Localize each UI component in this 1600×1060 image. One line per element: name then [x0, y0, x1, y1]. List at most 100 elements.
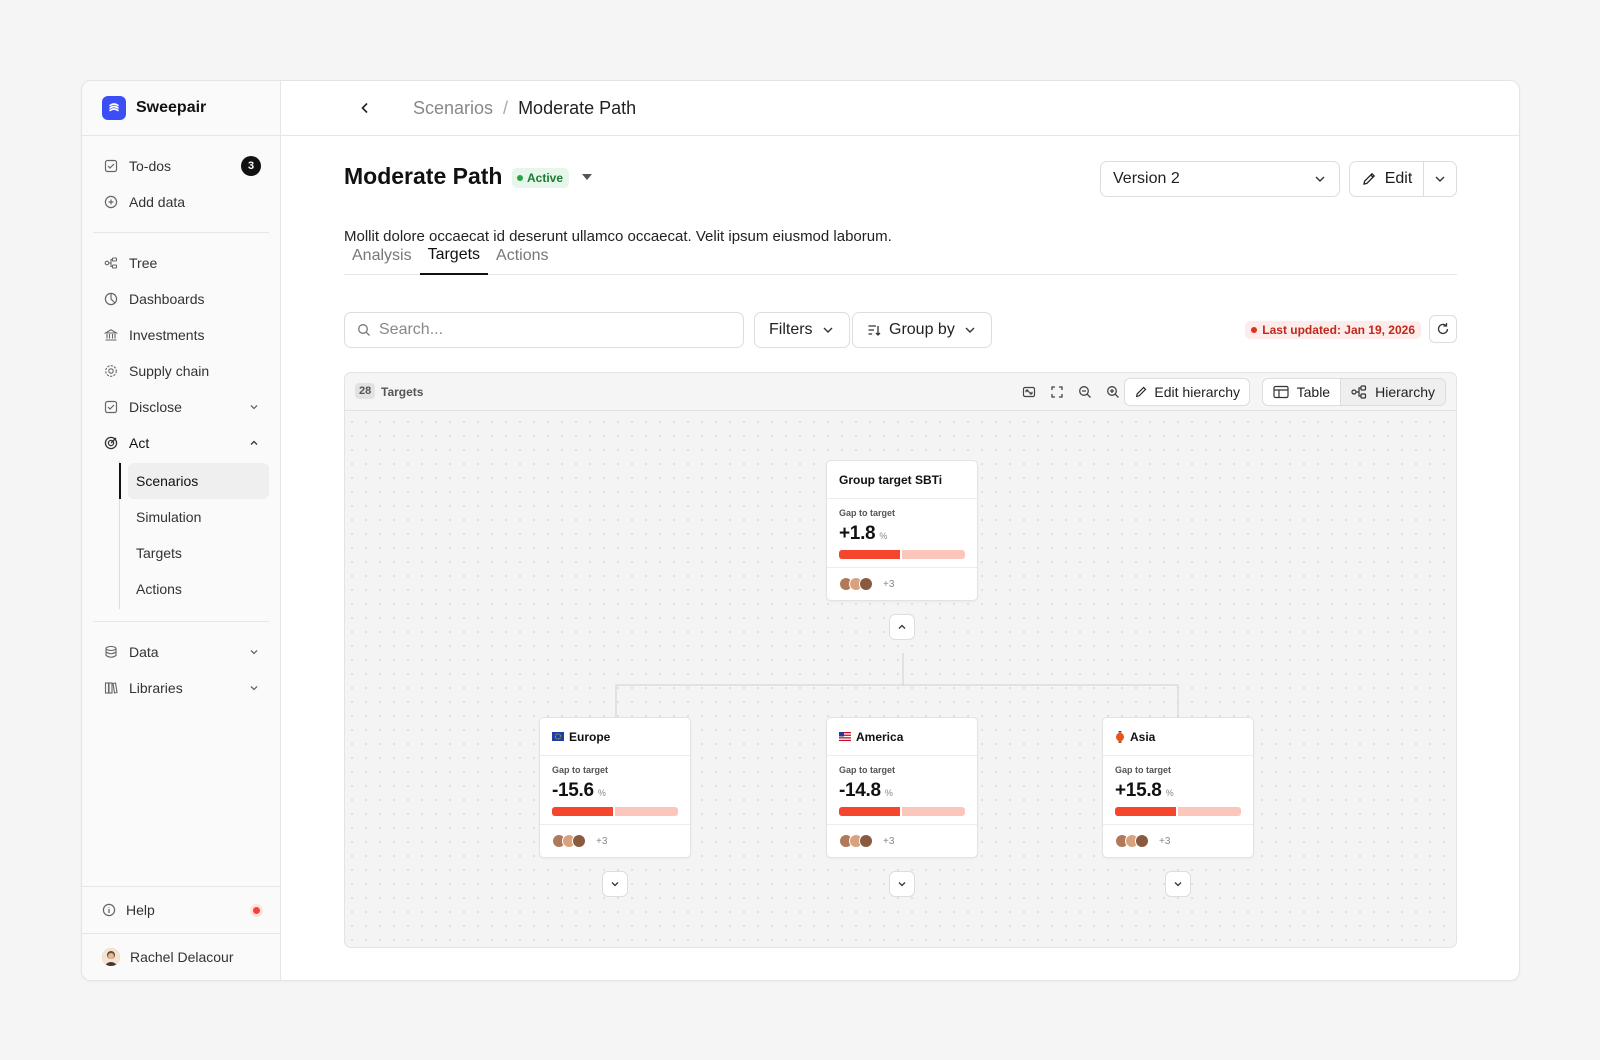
expand-button[interactable]	[1165, 871, 1191, 897]
gap-unit: %	[884, 788, 893, 798]
node-body: Gap to target +1.8 %	[827, 499, 977, 568]
edit-button[interactable]: Edit	[1350, 162, 1424, 196]
caret-down-icon[interactable]	[580, 171, 594, 183]
avatar	[102, 948, 120, 966]
user-profile[interactable]: Rachel Delacour	[82, 933, 280, 980]
chevron-down-icon	[1433, 172, 1447, 186]
target-node-asia[interactable]: Asia Gap to target +15.8 % +3	[1102, 717, 1254, 858]
page-content: Moderate Path Active Version 2 Edit Moll…	[344, 136, 1457, 948]
database-icon	[103, 644, 119, 660]
more-owners-count: +3	[1159, 835, 1171, 847]
sidebar-item-label: Investments	[129, 327, 205, 343]
chevron-down-icon	[1313, 172, 1327, 186]
sidebar-item-label: Dashboards	[129, 291, 205, 307]
sidebar-item-data[interactable]: Data	[101, 634, 269, 670]
expand-button[interactable]	[602, 871, 628, 897]
gap-label: Gap to target	[839, 508, 896, 518]
hierarchy-icon	[1351, 385, 1367, 399]
sidebar-item-act[interactable]: Act	[101, 425, 269, 461]
gap-number: +15.8	[1115, 780, 1162, 801]
table-view-button[interactable]: Table	[1263, 379, 1340, 405]
breadcrumb-parent[interactable]: Scenarios	[413, 98, 493, 118]
progress-bar	[839, 807, 965, 816]
chevron-down-icon[interactable]	[247, 400, 261, 414]
eu-flag-icon	[552, 732, 564, 741]
sidebar-item-libraries[interactable]: Libraries	[101, 670, 269, 706]
node-owners: +3	[827, 825, 977, 857]
progress-fill	[839, 550, 902, 559]
nav-group-bottom: Data Libraries	[93, 622, 269, 718]
target-node-america[interactable]: America Gap to target -14.8 % +3	[826, 717, 978, 858]
edit-hierarchy-button[interactable]: Edit hierarchy	[1124, 378, 1250, 406]
plus-circle-icon	[103, 194, 119, 210]
act-subnav: Scenarios Simulation Targets Actions	[119, 461, 269, 609]
node-header: America	[827, 718, 977, 756]
chevron-up-icon[interactable]	[247, 436, 261, 450]
avatar-group	[552, 834, 586, 848]
tab-targets[interactable]: Targets	[419, 236, 489, 275]
last-updated-text: Last updated: Jan 19, 2026	[1262, 323, 1415, 337]
chevron-down-icon[interactable]	[247, 645, 261, 659]
group-by-button[interactable]: Group by	[852, 312, 992, 348]
gap-unit: %	[879, 531, 888, 541]
avatar-group	[839, 834, 873, 848]
node-body: Gap to target +15.8 %	[1103, 756, 1253, 825]
library-icon	[103, 680, 119, 696]
expand-button[interactable]	[889, 871, 915, 897]
sidebar-item-tree[interactable]: Tree	[101, 245, 269, 281]
gear-icon	[103, 363, 119, 379]
help-button[interactable]: Help	[82, 886, 280, 933]
panel-header: 28 Targets Edit hierarchy Table Hierarch…	[345, 373, 1456, 411]
sidebar-item-todos[interactable]: To-dos 3	[101, 148, 269, 184]
fullscreen-icon[interactable]	[1048, 383, 1066, 401]
gap-label: Gap to target	[839, 765, 896, 775]
fit-view-icon[interactable]	[1020, 383, 1038, 401]
chevron-down-icon	[963, 323, 977, 337]
toolbar: Filters Group by Last update	[344, 312, 1457, 348]
refresh-button[interactable]	[1429, 315, 1457, 343]
search-input[interactable]	[379, 321, 719, 339]
chevron-down-icon[interactable]	[247, 681, 261, 695]
checkbox-icon	[103, 399, 119, 415]
gap-value: -14.8 %	[839, 780, 965, 802]
nav-group-top: To-dos 3 Add data	[93, 136, 269, 233]
back-arrow-icon[interactable]	[355, 98, 375, 118]
progress-bar	[552, 807, 678, 816]
version-value: Version 2	[1113, 170, 1180, 187]
sidebar-item-label: Supply chain	[129, 363, 210, 379]
sidebar-item-dashboards[interactable]: Dashboards	[101, 281, 269, 317]
app-window: Sweepair To-dos 3 Add data Tree Dashboar…	[81, 80, 1520, 981]
chevron-down-icon	[896, 878, 908, 890]
progress-fill	[839, 807, 902, 816]
target-node-europe[interactable]: Europe Gap to target -15.6 % +3	[539, 717, 691, 858]
tab-analysis[interactable]: Analysis	[344, 236, 420, 275]
gap-value: +1.8 %	[839, 523, 965, 545]
zoom-in-icon[interactable]	[1104, 383, 1122, 401]
collapse-button[interactable]	[889, 614, 915, 640]
breadcrumb-current: Moderate Path	[518, 97, 637, 118]
sidebar-subitem-scenarios[interactable]: Scenarios	[119, 463, 269, 499]
tab-actions[interactable]: Actions	[488, 236, 556, 275]
edit-label: Edit	[1384, 170, 1413, 187]
version-select[interactable]: Version 2	[1100, 161, 1340, 197]
filters-button[interactable]: Filters	[754, 312, 850, 348]
avatar-group	[1115, 834, 1149, 848]
gap-unit: %	[1165, 788, 1174, 798]
sidebar-item-investments[interactable]: Investments	[101, 317, 269, 353]
zoom-out-icon[interactable]	[1076, 383, 1094, 401]
node-owners: +3	[827, 568, 977, 600]
logo[interactable]: Sweepair	[82, 81, 280, 136]
hierarchy-view-button[interactable]: Hierarchy	[1340, 379, 1445, 405]
sidebar-subitem-actions[interactable]: Actions	[128, 571, 269, 607]
sidebar-item-supply-chain[interactable]: Supply chain	[101, 353, 269, 389]
gap-value: -15.6 %	[552, 780, 678, 802]
notification-dot	[253, 906, 260, 914]
sidebar-item-disclose[interactable]: Disclose	[101, 389, 269, 425]
sidebar-subitem-targets[interactable]: Targets	[128, 535, 269, 571]
node-body: Gap to target -15.6 %	[540, 756, 690, 825]
sidebar-subitem-simulation[interactable]: Simulation	[128, 499, 269, 535]
sidebar-item-add-data[interactable]: Add data	[101, 184, 269, 220]
edit-more-button[interactable]	[1424, 162, 1456, 196]
target-node-root[interactable]: Group target SBTi Gap to target +1.8 % +…	[826, 460, 978, 601]
more-owners-count: +3	[883, 578, 895, 590]
